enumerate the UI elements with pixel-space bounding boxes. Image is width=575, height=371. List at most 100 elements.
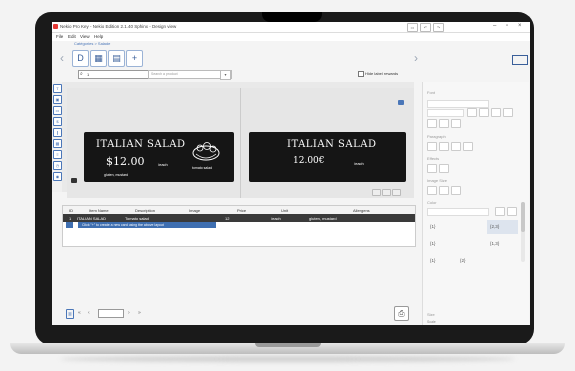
save-icon[interactable]: ▭ xyxy=(407,23,418,32)
row-price[interactable]: 12 xyxy=(225,216,229,221)
align-center-button[interactable] xyxy=(439,142,449,151)
add-color-icon[interactable] xyxy=(507,207,517,216)
underline-button[interactable] xyxy=(491,108,501,117)
menu-help[interactable]: Help xyxy=(94,34,103,39)
zoom-in-icon[interactable] xyxy=(392,189,401,196)
prev-page-icon[interactable]: ‹ xyxy=(88,310,90,316)
card-1-title: ITALIAN SALAD xyxy=(96,139,186,150)
price-card-2[interactable]: ITALIAN SALAD 12.00€ /each xyxy=(249,132,406,182)
italic-toggle[interactable] xyxy=(439,119,449,128)
app-logo-icon xyxy=(53,24,58,29)
hide-labels-label: Hide label rewards xyxy=(365,71,399,76)
price-card-1[interactable]: ITALIAN SALAD $12.00 /each gluten, musta… xyxy=(84,132,234,182)
card-1-unit: /each xyxy=(158,162,168,167)
next-page-icon[interactable]: › xyxy=(128,310,130,316)
search-input[interactable]: 1 xyxy=(78,70,153,79)
toolbar: ‹ D ▦ ▤ + › xyxy=(52,47,530,69)
chevron-down-icon[interactable]: ▾ xyxy=(220,70,231,80)
layer-tool-icon[interactable]: ≡ xyxy=(53,150,62,159)
value-cell-6[interactable]: {1,3} xyxy=(487,237,518,251)
menu-file[interactable]: File xyxy=(56,34,63,39)
barcode-tool-icon[interactable]: ∥ xyxy=(53,128,62,137)
image-fit-button[interactable] xyxy=(427,186,437,195)
redo-icon[interactable]: ↷ xyxy=(433,23,444,32)
window-title: Nekio Pro Key - Nekio Edition 2.1.40 Sph… xyxy=(60,24,177,29)
eye-tool-icon[interactable]: ◉ xyxy=(53,172,62,181)
properties-panel: Font Paragraph Effects Image Size Color … xyxy=(422,82,529,325)
bold-button[interactable] xyxy=(467,108,477,117)
edit-color-icon[interactable] xyxy=(495,207,505,216)
image-fill-button[interactable] xyxy=(439,186,449,195)
layout-d-button[interactable]: D xyxy=(72,50,89,67)
col-image[interactable]: Image xyxy=(189,208,200,213)
font-family-select[interactable] xyxy=(427,100,489,108)
maximize-icon[interactable]: ▫ xyxy=(506,23,508,29)
strike-button[interactable] xyxy=(503,108,513,117)
row-item-name[interactable]: ITALIAN SALAD xyxy=(77,216,106,221)
qr-tool-icon[interactable]: ▩ xyxy=(53,139,62,148)
image-layout-button[interactable]: ▤ xyxy=(108,50,125,67)
breadcrumb[interactable]: Catégories > Salade xyxy=(74,41,110,46)
zoom-fit-icon[interactable] xyxy=(382,189,391,196)
color-select[interactable] xyxy=(427,208,489,216)
align-left-button[interactable] xyxy=(427,142,437,151)
menu-edit[interactable]: Edit xyxy=(68,34,76,39)
font-size-select[interactable] xyxy=(427,109,464,117)
app-screen: Nekio Pro Key - Nekio Edition 2.1.40 Sph… xyxy=(52,22,530,325)
value-cell-2[interactable] xyxy=(457,220,488,234)
prev-chevron-icon[interactable]: ‹ xyxy=(60,51,64,65)
effect-outline-button[interactable] xyxy=(439,164,449,173)
italic-button[interactable] xyxy=(479,108,489,117)
add-row-icon[interactable] xyxy=(66,222,73,228)
value-cell-5[interactable] xyxy=(457,237,488,251)
effect-shadow-button[interactable] xyxy=(427,164,437,173)
minimize-icon[interactable]: – xyxy=(493,23,496,29)
col-id[interactable]: ID xyxy=(69,208,73,213)
image-tool-icon[interactable]: ▣ xyxy=(53,95,62,104)
text-tool-icon[interactable]: T xyxy=(53,84,62,93)
col-description[interactable]: Description xyxy=(135,208,155,213)
row-allergens[interactable]: gluten, mustard xyxy=(309,216,337,221)
next-chevron-icon[interactable]: › xyxy=(414,51,418,65)
row-description[interactable]: Tomato salad xyxy=(125,216,149,221)
value-cell-4[interactable]: {1} xyxy=(427,237,458,251)
value-cell-7[interactable]: {1} xyxy=(427,254,458,268)
value-cell-1[interactable]: {1} xyxy=(427,220,458,234)
add-card-button[interactable]: + xyxy=(126,50,143,67)
grid-layout-button[interactable]: ▦ xyxy=(90,50,107,67)
zoom-out-icon[interactable] xyxy=(372,189,381,196)
print-button[interactable]: ⎙ xyxy=(394,306,409,321)
price-tool-icon[interactable]: $ xyxy=(53,117,62,126)
col-item-name[interactable]: Item Name xyxy=(89,208,109,213)
panel-scrollbar[interactable] xyxy=(521,202,525,262)
justify-button[interactable] xyxy=(463,142,473,151)
last-page-icon[interactable]: » xyxy=(138,310,141,316)
canvas-divider xyxy=(240,88,241,198)
col-unit[interactable]: Unit xyxy=(281,208,288,213)
title-bar: Nekio Pro Key - Nekio Edition 2.1.40 Sph… xyxy=(52,22,530,33)
menu-hamburger-icon[interactable] xyxy=(512,55,528,65)
col-price[interactable]: Price xyxy=(237,208,246,213)
panel-scroll-thumb[interactable] xyxy=(521,202,525,232)
card-settings-icon[interactable] xyxy=(398,100,404,105)
clock-tool-icon[interactable]: ◷ xyxy=(53,161,62,170)
align-right-button[interactable] xyxy=(451,142,461,151)
underline-toggle[interactable] xyxy=(451,119,461,128)
page-number-input[interactable] xyxy=(98,309,124,318)
menu-view[interactable]: View xyxy=(80,34,90,39)
value-cell-3[interactable]: {2,3} xyxy=(487,220,518,234)
add-row-tip: Click "+" to create a new card using the… xyxy=(78,222,216,228)
value-cell-8[interactable]: {2} xyxy=(457,254,488,268)
col-allergens[interactable]: Allergens xyxy=(353,208,370,213)
hide-labels-checkbox[interactable] xyxy=(358,71,364,77)
shape-tool-icon[interactable]: ▭ xyxy=(53,106,62,115)
card-type-icon[interactable] xyxy=(71,178,77,183)
first-page-icon[interactable]: « xyxy=(78,310,81,316)
image-stretch-button[interactable] xyxy=(451,186,461,195)
row-unit[interactable]: /each xyxy=(271,216,281,221)
trash-icon[interactable]: ▥ xyxy=(66,309,74,319)
bold-toggle[interactable] xyxy=(427,119,437,128)
undo-icon[interactable]: ↶ xyxy=(420,23,431,32)
close-icon[interactable]: × xyxy=(518,23,522,29)
table-row[interactable]: 1 ITALIAN SALAD Tomato salad 12 /each gl… xyxy=(63,214,415,222)
